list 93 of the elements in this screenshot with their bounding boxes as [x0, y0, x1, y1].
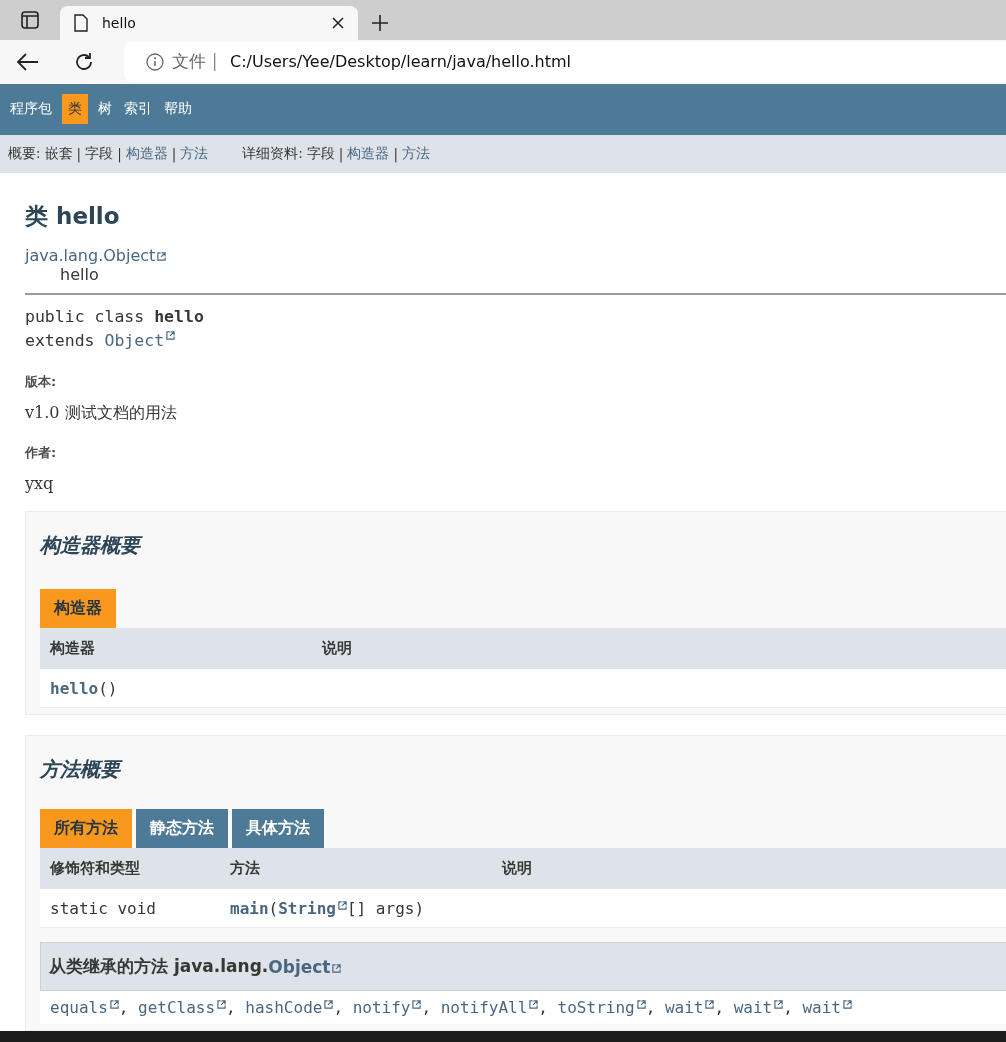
external-link-icon: [324, 1000, 334, 1010]
subnav-link[interactable]: 构造器: [125, 144, 168, 163]
new-tab-icon[interactable]: [371, 14, 389, 32]
external-link-icon: [332, 963, 342, 973]
nav-link[interactable]: 树: [96, 94, 114, 125]
class-link[interactable]: Object: [104, 329, 176, 354]
tab-title: hello: [102, 15, 137, 31]
column-header: 方法: [220, 848, 492, 890]
comma: ,: [118, 998, 129, 1018]
code-keyword: extends: [25, 330, 96, 353]
separator: |: [338, 145, 344, 162]
external-link-icon: [842, 1000, 852, 1010]
note-value: v1.0 测试文档的用法: [25, 403, 178, 425]
external-link-icon: [412, 1000, 422, 1010]
separator: |: [393, 145, 398, 162]
column-header: 说明: [492, 848, 1006, 890]
subnav-text: 字段: [306, 144, 335, 163]
modifier-type: static void: [50, 898, 156, 918]
table-tab[interactable]: 静态方法: [136, 809, 228, 849]
column-header: 修饰符和类型: [40, 848, 220, 890]
address-label: 文件: [172, 50, 206, 74]
comma: ,: [421, 998, 432, 1018]
external-link-icon: [337, 900, 347, 910]
subnav-label: 概要:: [8, 144, 41, 163]
method-link[interactable]: notify: [352, 998, 422, 1018]
address-bar[interactable]: 文件 C:/Users/Yee/Desktop/learn/java/hello.html: [124, 41, 1006, 82]
method-link[interactable]: equals: [50, 998, 119, 1018]
external-link-icon: [636, 1000, 646, 1010]
code-keyword: public class: [25, 306, 146, 329]
inherited-title: 从类继承的方法 java.lang.: [49, 955, 269, 979]
info-icon: [146, 52, 164, 71]
code-text: (: [268, 898, 279, 918]
class-link[interactable]: Object: [268, 956, 342, 977]
column-header: 构造器: [40, 628, 312, 670]
tab-actions-icon[interactable]: [21, 11, 39, 29]
separator: |: [117, 145, 122, 162]
note-label: 版本:: [25, 373, 58, 392]
external-link-icon: [157, 252, 167, 262]
subnav-link[interactable]: 构造器: [347, 144, 390, 163]
comma: ,: [783, 998, 793, 1018]
comma: ,: [714, 998, 725, 1018]
member-link[interactable]: main: [230, 898, 269, 918]
table-tab[interactable]: 所有方法: [40, 809, 132, 849]
nav-link[interactable]: 帮助: [162, 94, 194, 125]
method-link[interactable]: wait: [664, 998, 715, 1018]
separator: |: [171, 145, 177, 162]
nav-link[interactable]: 类: [62, 94, 88, 125]
page-icon: [74, 14, 88, 32]
external-link-icon: [529, 1000, 539, 1010]
external-link-icon: [705, 1000, 715, 1010]
member-link[interactable]: hello: [50, 678, 99, 698]
close-icon[interactable]: [332, 17, 344, 29]
separator: |: [76, 145, 82, 162]
column-header: 说明: [312, 628, 1006, 670]
note-value: yxq: [25, 474, 55, 494]
external-link-icon: [166, 331, 176, 341]
class-name: hello: [59, 265, 99, 285]
browser-tab[interactable]: hello: [60, 6, 358, 40]
method-link[interactable]: wait: [802, 998, 852, 1018]
class-title: 类 hello: [25, 202, 121, 232]
method-link[interactable]: notifyAll: [440, 998, 539, 1018]
reload-icon[interactable]: [74, 51, 94, 72]
section-title: 方法概要: [40, 756, 1006, 784]
subnav-text: 嵌套: [44, 144, 73, 163]
section-title: 构造器概要: [40, 532, 1006, 560]
subnav-text: 字段: [85, 144, 114, 163]
code-text: (): [98, 678, 118, 698]
url-text: C:/Users/Yee/Desktop/learn/java/hello.html: [230, 52, 571, 72]
table-tab[interactable]: 具体方法: [232, 809, 324, 849]
method-link[interactable]: getClass: [138, 998, 227, 1018]
table-tab[interactable]: 构造器: [40, 589, 116, 629]
code-text: [] args): [346, 898, 425, 918]
external-link-icon: [109, 1000, 119, 1010]
type-link[interactable]: String: [278, 898, 347, 918]
subnav-label: 详细资料:: [242, 144, 303, 163]
external-link-icon: [774, 1000, 784, 1010]
divider-icon: [214, 52, 216, 71]
back-icon[interactable]: [17, 52, 39, 71]
comma: ,: [333, 998, 344, 1018]
method-link[interactable]: hashCode: [245, 998, 334, 1018]
comma: ,: [645, 998, 656, 1018]
class-name: hello: [154, 306, 204, 329]
subnav-link[interactable]: 方法: [401, 144, 430, 163]
nav-link[interactable]: 索引: [122, 94, 154, 125]
superclass-link[interactable]: java.lang.Object: [25, 246, 167, 266]
comma: ,: [538, 998, 548, 1018]
subnav-link[interactable]: 方法: [180, 144, 209, 163]
external-link-icon: [217, 1000, 227, 1010]
method-link[interactable]: wait: [733, 998, 784, 1018]
comma: ,: [226, 998, 236, 1018]
note-label: 作者:: [25, 444, 58, 463]
nav-link[interactable]: 程序包: [8, 94, 54, 125]
method-link[interactable]: toString: [557, 998, 646, 1018]
